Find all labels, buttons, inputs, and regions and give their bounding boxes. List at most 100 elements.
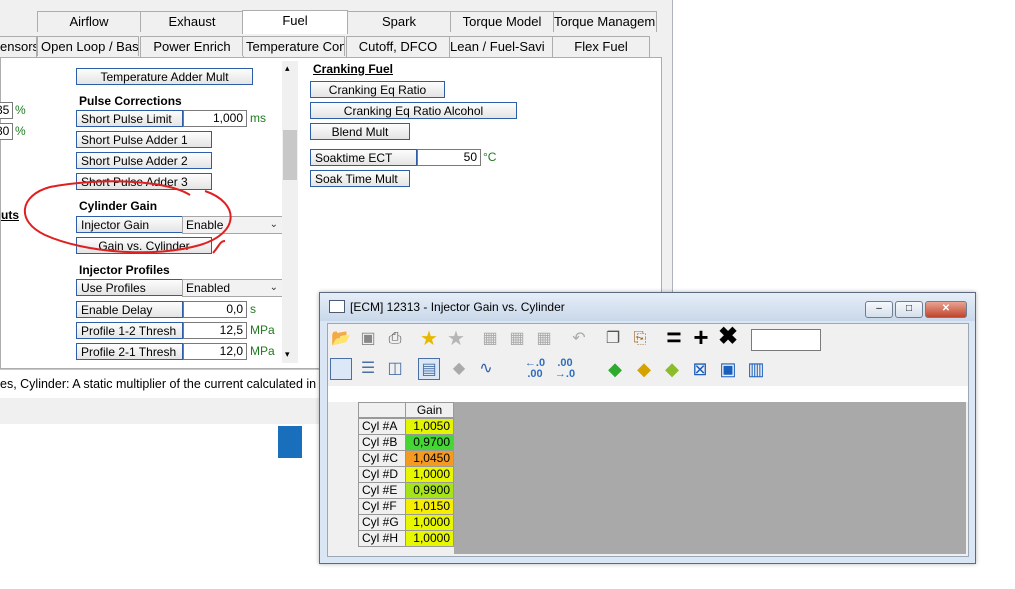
enable-delay-button[interactable]: Enable Delay xyxy=(76,301,183,318)
soaktime-ect-button[interactable]: Soaktime ECT xyxy=(310,149,417,166)
row-header[interactable]: Cyl #A xyxy=(358,418,406,435)
subtab-lean-fuel-saving[interactable]: Lean / Fuel-Savi xyxy=(449,36,553,57)
scroll-up-icon[interactable]: ▴ xyxy=(285,63,290,74)
row-header[interactable]: Cyl #D xyxy=(358,466,406,483)
plus-icon[interactable]: + xyxy=(690,324,712,350)
short-pulse-limit-field[interactable]: 1,000 xyxy=(183,110,247,127)
cut-off-value-1[interactable]: 35 xyxy=(0,102,13,119)
scroll-down-icon[interactable]: ▾ xyxy=(285,349,290,360)
undo-icon[interactable]: ↶ xyxy=(568,328,590,350)
line-graph-icon[interactable]: ∿ xyxy=(475,358,497,380)
gain-cell[interactable]: 1,0000 xyxy=(405,514,454,531)
view-vertical-icon[interactable]: ◫ xyxy=(384,358,406,380)
diamond-icon[interactable]: ◆ xyxy=(448,358,470,380)
table-icon-2[interactable]: ▦ xyxy=(506,328,528,350)
paste-icon[interactable]: ⎘ xyxy=(629,328,651,350)
table-icon-3[interactable]: ▦ xyxy=(533,328,555,350)
subtab-cutoff-dfco[interactable]: Cutoff, DFCO xyxy=(346,36,450,57)
subtab-power-enrich[interactable]: Power Enrich xyxy=(140,36,244,57)
table-window-body: 📂 ▣ ⎙ ★ ★ ▦ ▦ ▦ ↶ ❐ ⎘ = + ✖ ☰ ◫ ▤ ◆ ∿ ←.… xyxy=(327,323,969,557)
enable-delay-field[interactable]: 0,0 xyxy=(183,301,247,318)
cut-off-value-2[interactable]: 30 xyxy=(0,123,13,140)
star-remove-icon[interactable]: ★ xyxy=(445,328,467,350)
short-pulse-limit-button[interactable]: Short Pulse Limit xyxy=(76,110,183,127)
color-icon-2[interactable]: ◆ xyxy=(633,358,655,380)
table-grid-background xyxy=(454,402,966,554)
chevron-down-icon: ⌄ xyxy=(269,282,278,293)
gain-cell[interactable]: 1,0450 xyxy=(405,450,454,467)
cut-off-unit-1: % xyxy=(15,103,26,117)
subtab-flex-fuel[interactable]: Flex Fuel xyxy=(552,36,650,57)
gain-cell[interactable]: 1,0050 xyxy=(405,418,454,435)
toolbar-top: 📂 ▣ ⎙ ★ ★ ▦ ▦ ▦ ↶ ❐ ⎘ = + ✖ xyxy=(328,324,968,354)
gain-cell[interactable]: 1,0000 xyxy=(405,530,454,547)
maximize-button[interactable]: □ xyxy=(895,301,923,318)
table-window-titlebar[interactable]: [ECM] 12313 - Injector Gain vs. Cylinder… xyxy=(320,293,975,321)
row-header[interactable]: Cyl #H xyxy=(358,530,406,547)
short-pulse-adder-2-button[interactable]: Short Pulse Adder 2 xyxy=(76,152,212,169)
open-icon[interactable]: 📂 xyxy=(330,328,352,350)
toolbar-separator xyxy=(328,386,968,402)
cranking-eq-ratio-button[interactable]: Cranking Eq Ratio xyxy=(310,81,445,98)
tab-fuel[interactable]: Fuel xyxy=(242,10,348,34)
scrollbar-thumb[interactable] xyxy=(283,130,297,180)
view-horizontal-icon[interactable]: ☰ xyxy=(357,358,379,380)
print-icon[interactable]: ⎙ xyxy=(384,328,406,350)
use-profiles-button[interactable]: Use Profiles xyxy=(76,279,183,296)
copy-icon[interactable]: ❐ xyxy=(602,328,624,350)
profile-1-2-thresh-field[interactable]: 12,5 xyxy=(183,322,247,339)
row-header[interactable]: Cyl #B xyxy=(358,434,406,451)
star-add-icon[interactable]: ★ xyxy=(418,328,440,350)
short-pulse-limit-unit: ms xyxy=(250,111,266,125)
profile-1-2-thresh-button[interactable]: Profile 1-2 Thresh xyxy=(76,322,183,339)
grid-corner xyxy=(358,402,406,418)
row-header[interactable]: Cyl #C xyxy=(358,450,406,467)
tab-spark[interactable]: Spark xyxy=(347,11,451,32)
gain-cell[interactable]: 1,0000 xyxy=(405,466,454,483)
soaktime-ect-unit: °C xyxy=(483,150,497,164)
subtab-open-loop[interactable]: Open Loop / Bas xyxy=(37,36,139,56)
operation-value-input[interactable] xyxy=(751,329,821,351)
save-icon[interactable]: ▣ xyxy=(357,328,379,350)
tab-airflow[interactable]: Airflow xyxy=(37,11,141,32)
color-icon-6[interactable]: ▥ xyxy=(745,358,767,380)
subtab-temperature-con[interactable]: Temperature Con xyxy=(242,36,345,56)
soak-time-mult-button[interactable]: Soak Time Mult xyxy=(310,170,410,187)
use-profiles-select[interactable]: Enabled ⌄ xyxy=(182,279,283,297)
temperature-adder-mult-button[interactable]: Temperature Adder Mult xyxy=(76,68,253,85)
profile-2-1-thresh-button[interactable]: Profile 2-1 Thresh xyxy=(76,343,183,360)
tab-torque-model[interactable]: Torque Model xyxy=(450,11,554,32)
color-icon-4[interactable]: ⊠ xyxy=(689,358,711,380)
profile-2-1-thresh-field[interactable]: 12,0 xyxy=(183,343,247,360)
color-icon-5[interactable]: ▣ xyxy=(717,358,739,380)
short-pulse-adder-1-button[interactable]: Short Pulse Adder 1 xyxy=(76,131,212,148)
tab-row-sub: ensors Open Loop / Bas Power Enrich Temp… xyxy=(0,35,672,57)
tab-torque-management[interactable]: Torque Managem xyxy=(553,11,657,32)
decimal-increase-icon[interactable]: .00 →.0 xyxy=(554,358,576,380)
decimal-decrease-icon[interactable]: ←.0.00 xyxy=(524,358,546,380)
row-header[interactable]: Cyl #G xyxy=(358,514,406,531)
table-icon-1[interactable]: ▦ xyxy=(479,328,501,350)
color-icon-3[interactable]: ◆ xyxy=(661,358,683,380)
color-icon-1[interactable]: ◆ xyxy=(604,358,626,380)
soaktime-ect-field[interactable]: 50 xyxy=(417,149,481,166)
gain-cell[interactable]: 0,9700 xyxy=(405,434,454,451)
column-header-gain[interactable]: Gain xyxy=(405,402,454,418)
row-header[interactable]: Cyl #E xyxy=(358,482,406,499)
gain-cell[interactable]: 0,9900 xyxy=(405,482,454,499)
cranking-eq-ratio-alcohol-button[interactable]: Cranking Eq Ratio Alcohol xyxy=(310,102,517,119)
close-button[interactable]: ✕ xyxy=(925,301,967,318)
row-header[interactable]: Cyl #F xyxy=(358,498,406,515)
table-view-icon[interactable]: ▤ xyxy=(418,358,440,380)
multiply-icon[interactable]: ✖ xyxy=(717,325,739,349)
tab-exhaust[interactable]: Exhaust xyxy=(140,11,244,32)
subtab-sensors[interactable]: ensors xyxy=(0,36,37,57)
blend-mult-button[interactable]: Blend Mult xyxy=(310,123,410,140)
panel-scrollbar[interactable]: ▴ ▾ xyxy=(282,61,298,363)
minimize-button[interactable]: – xyxy=(865,301,893,318)
gain-cell[interactable]: 1,0150 xyxy=(405,498,454,515)
equals-icon[interactable]: = xyxy=(663,324,685,350)
profile-2-1-thresh-unit: MPa xyxy=(250,344,275,358)
view-single-icon[interactable] xyxy=(330,358,352,380)
profile-1-2-thresh-unit: MPa xyxy=(250,323,275,337)
